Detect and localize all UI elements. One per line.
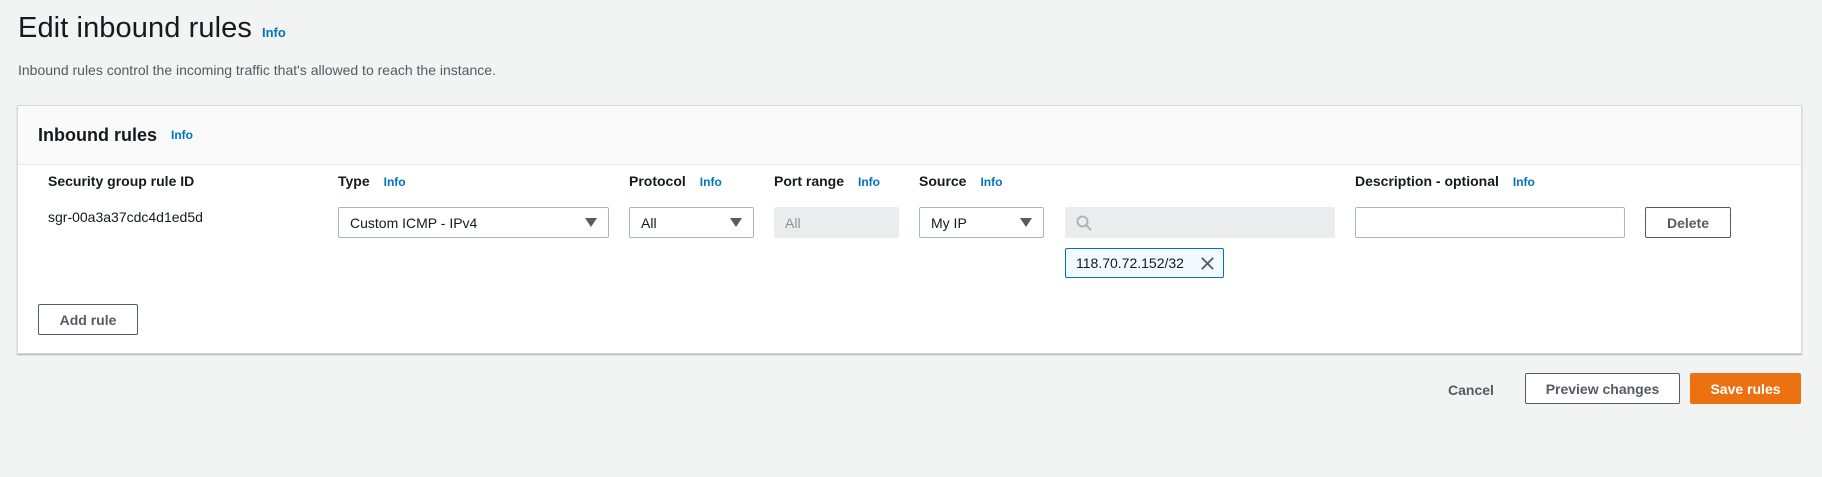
type-select[interactable]: Custom ICMP - IPv4 — [338, 207, 609, 238]
column-label: Protocol — [629, 173, 686, 189]
source-select[interactable]: My IP — [919, 207, 1044, 238]
page-header: Edit inbound rules Info — [18, 12, 286, 45]
column-header-port-range: Port range Info — [774, 173, 880, 189]
protocol-info-link[interactable]: Info — [700, 175, 722, 189]
caret-down-icon — [585, 218, 597, 227]
source-ip-token: 118.70.72.152/32 — [1065, 248, 1224, 278]
caret-down-icon — [1020, 218, 1032, 227]
port-range-value: All — [785, 214, 801, 231]
type-info-link[interactable]: Info — [384, 175, 406, 189]
add-rule-button[interactable]: Add rule — [38, 304, 138, 335]
panel-header: Inbound rules Info — [18, 106, 1801, 165]
type-select-value: Custom ICMP - IPv4 — [350, 214, 478, 231]
column-label: Description - optional — [1355, 173, 1499, 189]
port-range-field: All — [774, 207, 899, 238]
protocol-select[interactable]: All — [629, 207, 754, 238]
page-description: Inbound rules control the incoming traff… — [18, 62, 496, 78]
save-rules-button[interactable]: Save rules — [1690, 373, 1801, 404]
column-header-protocol: Protocol Info — [629, 173, 722, 189]
column-label: Source — [919, 173, 967, 189]
page-info-link[interactable]: Info — [262, 25, 286, 40]
cancel-label: Cancel — [1448, 381, 1494, 398]
source-ip-token-label: 118.70.72.152/32 — [1076, 255, 1184, 271]
column-label: Security group rule ID — [48, 173, 195, 189]
close-icon[interactable] — [1200, 256, 1215, 271]
add-rule-label: Add rule — [59, 311, 117, 328]
source-info-link[interactable]: Info — [980, 175, 1002, 189]
rule-id-value: sgr-00a3a37cdc4d1ed5d — [48, 209, 203, 225]
column-header-rule-id: Security group rule ID — [48, 173, 194, 189]
panel-info-link[interactable]: Info — [171, 128, 193, 142]
description-input[interactable] — [1355, 207, 1625, 238]
protocol-select-value: All — [641, 214, 657, 231]
page-title: Edit inbound rules — [18, 12, 252, 44]
port-range-info-link[interactable]: Info — [858, 175, 880, 189]
column-header-description: Description - optional Info — [1355, 173, 1535, 189]
delete-rule-button[interactable]: Delete — [1645, 207, 1731, 238]
source-select-value: My IP — [931, 214, 967, 231]
column-label: Type — [338, 173, 370, 189]
panel-title: Inbound rules — [38, 124, 157, 145]
caret-down-icon — [730, 218, 742, 227]
save-rules-label: Save rules — [1710, 380, 1781, 397]
description-info-link[interactable]: Info — [1513, 175, 1535, 189]
preview-changes-label: Preview changes — [1545, 380, 1660, 397]
delete-rule-label: Delete — [1666, 214, 1710, 231]
source-search-input[interactable] — [1065, 207, 1335, 238]
column-header-source: Source Info — [919, 173, 1002, 189]
column-label: Port range — [774, 173, 845, 189]
search-icon — [1076, 215, 1092, 231]
column-header-type: Type Info — [338, 173, 406, 189]
preview-changes-button[interactable]: Preview changes — [1525, 373, 1680, 404]
cancel-button[interactable]: Cancel — [1434, 374, 1508, 405]
inbound-rules-panel: Inbound rules Info Security group rule I… — [17, 105, 1802, 354]
